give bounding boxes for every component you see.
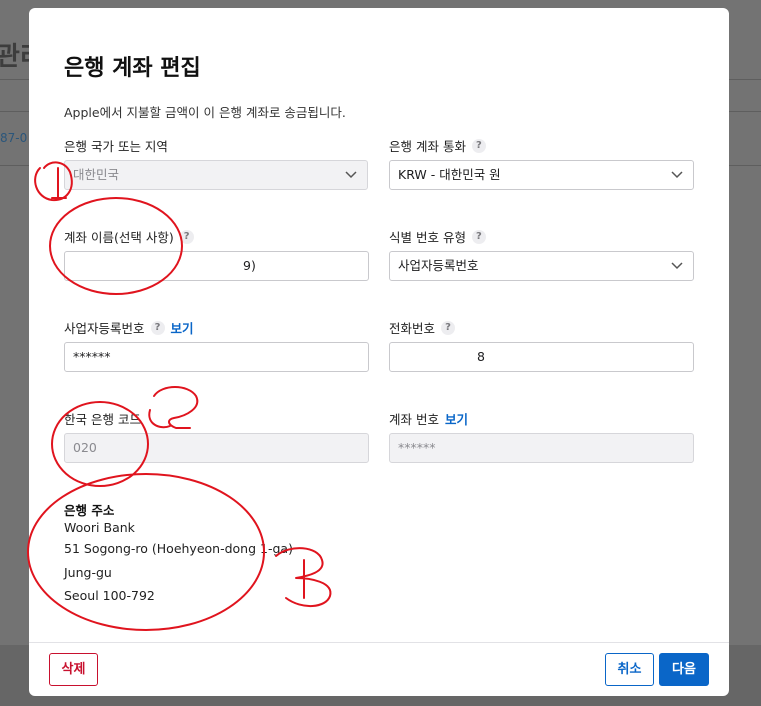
account-name-label-text: 계좌 이름(선택 사항) xyxy=(64,230,174,245)
cancel-button[interactable]: 취소 xyxy=(605,653,654,686)
footer-divider xyxy=(29,642,729,643)
dialog-title: 은행 계좌 편집 xyxy=(64,56,201,81)
phone-input[interactable]: 8 xyxy=(389,342,694,372)
id-type-value: 사업자등록번호 xyxy=(398,258,479,273)
account-name-input[interactable]: 9) xyxy=(64,251,369,281)
id-type-label: 식별 번호 유형 ? xyxy=(389,227,486,246)
country-value: 대한민국 xyxy=(73,167,120,182)
help-icon[interactable]: ? xyxy=(471,138,486,153)
bank-address-line: 51 Sogong-ro (Hoehyeon-dong 1-ga) xyxy=(64,541,293,556)
phone-label-text: 전화번호 xyxy=(389,321,436,336)
bank-address-line: Jung-gu xyxy=(64,565,112,580)
account-number-show-link[interactable]: 보기 xyxy=(445,409,468,428)
currency-select[interactable]: KRW - 대한민국 원 xyxy=(389,160,694,190)
country-select[interactable]: 대한민국 xyxy=(64,160,368,190)
account-number-value: ****** xyxy=(398,440,436,455)
help-icon[interactable]: ? xyxy=(441,320,456,335)
business-number-input[interactable]: ****** xyxy=(64,342,369,372)
bank-address-line: Seoul 100-792 xyxy=(64,588,155,603)
currency-value: KRW - 대한민국 원 xyxy=(398,167,501,182)
next-button[interactable]: 다음 xyxy=(659,653,709,686)
id-type-select[interactable]: 사업자등록번호 xyxy=(389,251,694,281)
background-link: 87-0 xyxy=(0,131,28,145)
country-label: 은행 국가 또는 지역 xyxy=(64,136,168,155)
bank-code-input[interactable]: 020 xyxy=(64,433,369,463)
business-number-show-link[interactable]: 보기 xyxy=(171,318,194,337)
bank-address-line: Woori Bank xyxy=(64,520,135,535)
edit-bank-account-dialog: 은행 계좌 편집 Apple에서 지불할 금액이 이 은행 계좌로 송금됩니다.… xyxy=(29,8,729,696)
bank-code-label: 한국 은행 코드 xyxy=(64,409,141,428)
account-number-label-text: 계좌 번호 xyxy=(389,412,439,427)
chevron-down-icon xyxy=(671,161,683,179)
account-number-input[interactable]: ****** xyxy=(389,433,694,463)
business-number-label: 사업자등록번호 ? 보기 xyxy=(64,318,194,337)
delete-button[interactable]: 삭제 xyxy=(49,653,98,686)
chevron-down-icon xyxy=(671,252,683,270)
bank-code-label-text: 한국 은행 코드 xyxy=(64,412,141,427)
bank-code-value: 020 xyxy=(73,440,97,455)
bank-address-title: 은행 주소 xyxy=(64,503,115,518)
currency-label-text: 은행 계좌 통화 xyxy=(389,139,466,154)
business-number-value: ****** xyxy=(73,349,111,364)
id-type-label-text: 식별 번호 유형 xyxy=(389,230,466,245)
account-name-label: 계좌 이름(선택 사항) ? xyxy=(64,227,194,246)
chevron-down-icon xyxy=(345,161,357,179)
phone-label: 전화번호 ? xyxy=(389,318,456,337)
help-icon[interactable]: ? xyxy=(471,229,486,244)
account-number-label: 계좌 번호 보기 xyxy=(389,409,468,428)
business-number-label-text: 사업자등록번호 xyxy=(64,321,145,336)
help-icon[interactable]: ? xyxy=(179,229,194,244)
phone-value: 8 xyxy=(477,349,485,364)
currency-label: 은행 계좌 통화 ? xyxy=(389,136,486,155)
help-icon[interactable]: ? xyxy=(150,320,165,335)
dialog-description: Apple에서 지불할 금액이 이 은행 계좌로 송금됩니다. xyxy=(64,105,346,120)
country-label-text: 은행 국가 또는 지역 xyxy=(64,139,168,154)
account-name-value: 9) xyxy=(243,258,256,273)
